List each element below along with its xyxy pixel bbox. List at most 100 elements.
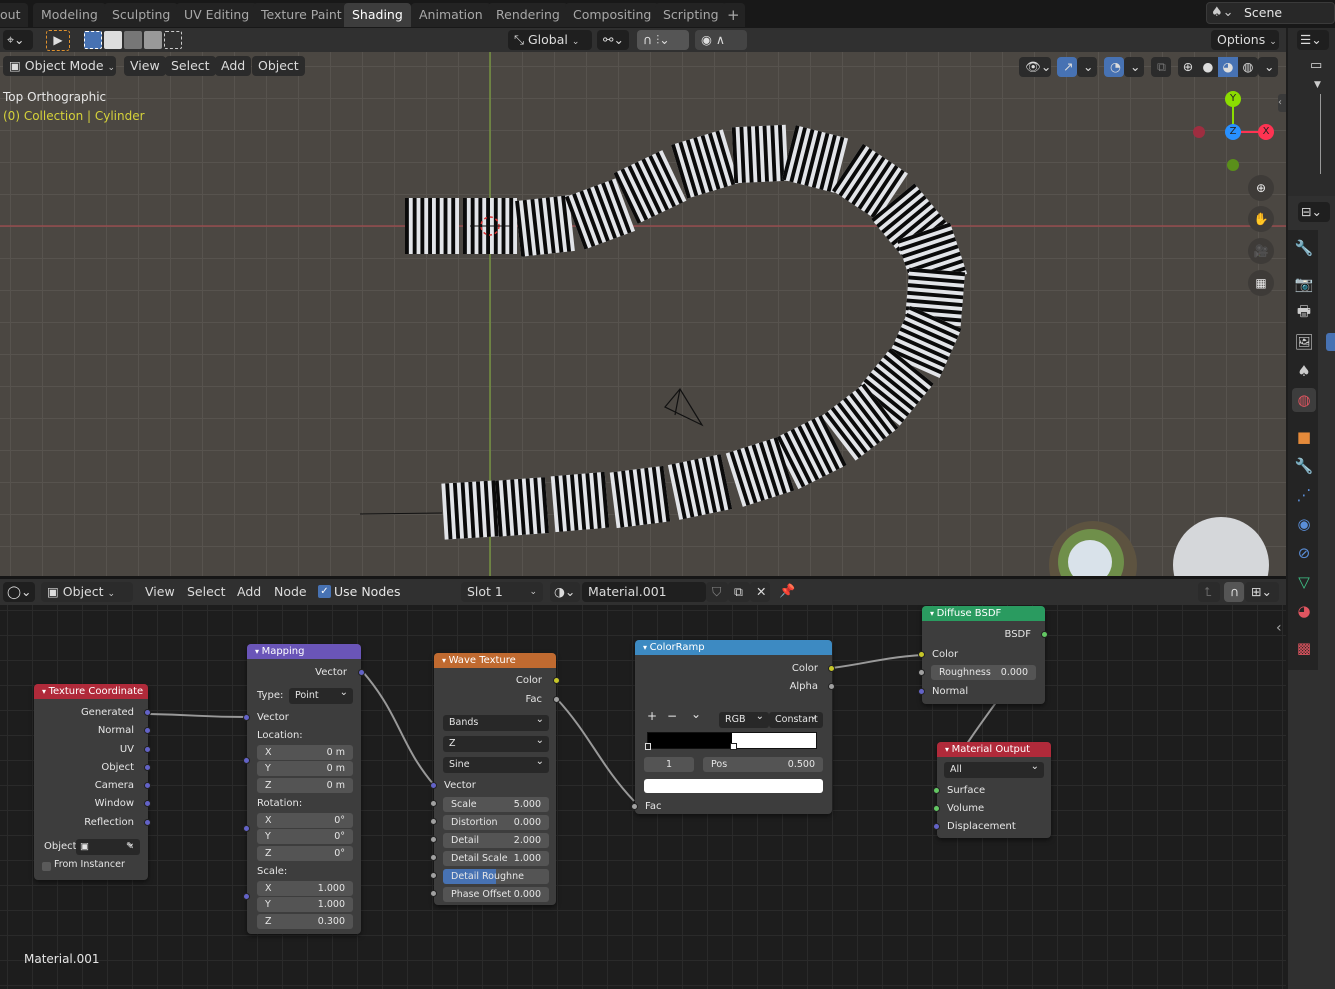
gizmo-y-axis[interactable]: Y — [1225, 91, 1241, 107]
menu-view[interactable]: View — [124, 56, 166, 76]
tab-scripting[interactable]: Scripting — [655, 3, 727, 27]
stop-index-field[interactable]: 1 — [644, 757, 694, 772]
tab-modeling[interactable]: Modeling — [33, 3, 106, 27]
add-workspace-button[interactable]: + — [722, 3, 745, 27]
tab-sculpting[interactable]: Sculpting — [104, 3, 179, 27]
select-extend-icon[interactable] — [104, 31, 122, 49]
socket-generated[interactable] — [144, 709, 151, 716]
solid-shading-icon[interactable]: ● — [1198, 57, 1218, 77]
location-x[interactable]: X0 m — [257, 745, 353, 760]
parent-node-tree-icon[interactable]: ⮤ — [1198, 582, 1220, 602]
menu-add[interactable]: Add — [215, 56, 252, 76]
socket-normal-in[interactable] — [918, 688, 925, 695]
node-snap-toggle[interactable]: ∩ — [1224, 582, 1244, 602]
color-mode-select[interactable]: RGB — [719, 709, 769, 728]
expand-arrow-icon[interactable]: ▼ — [1314, 80, 1321, 90]
ramp-stop-1[interactable] — [730, 743, 737, 750]
node-colorramp[interactable]: ColorRamp Color Alpha + − ⌄ RGB Constant… — [631, 640, 835, 814]
gizmo-toggle[interactable]: ↗ — [1057, 57, 1077, 77]
rendered-shading-icon[interactable]: ◍ — [1238, 57, 1258, 77]
pan-hand-icon[interactable]: ✋ — [1248, 206, 1274, 232]
socket-alpha-out[interactable] — [828, 683, 835, 690]
camera-view-icon[interactable]: 🎥 — [1248, 238, 1274, 264]
xray-toggle[interactable]: ⧉ — [1151, 57, 1171, 77]
node-sidebar-toggle-icon[interactable]: ‹ — [1276, 620, 1282, 636]
proportional-edit-toggle[interactable]: ◉ ∧ — [695, 30, 747, 50]
visibility-dropdown[interactable]: 👁⌄ — [1019, 57, 1051, 77]
socket-color-out[interactable] — [828, 665, 835, 672]
rotation-x[interactable]: X 0° — [257, 813, 353, 828]
tab-texture-paint[interactable]: Texture Paint — [253, 3, 350, 27]
socket-camera[interactable] — [144, 782, 151, 789]
node-diffuse-bsdf[interactable]: Diffuse BSDF BSDF Color Roughness0.000 N… — [918, 606, 1048, 704]
select-new-icon[interactable] — [84, 31, 102, 49]
node-editor-type-button[interactable]: ◯⌄ — [3, 582, 35, 602]
tool-tab-icon[interactable]: 🔧 — [1292, 236, 1316, 260]
add-stop-button[interactable]: + — [647, 709, 657, 723]
pin-icon[interactable]: 📌 — [779, 584, 795, 599]
zoom-icon[interactable]: ⊕ — [1248, 175, 1274, 201]
from-instancer-checkbox[interactable] — [42, 862, 51, 871]
node-menu-add[interactable]: Add — [231, 582, 267, 602]
select-intersect-icon[interactable] — [164, 31, 182, 49]
socket-scale[interactable] — [430, 800, 437, 807]
texture-tab-icon[interactable]: ▩ — [1292, 636, 1316, 660]
render-target-select[interactable]: All — [944, 759, 1044, 778]
3d-viewport[interactable]: Top Orthographic (0) Collection | Cylind… — [0, 52, 1286, 576]
interpolation-select[interactable]: Constant — [769, 709, 823, 728]
socket-detail-scale[interactable] — [430, 854, 437, 861]
menu-object[interactable]: Object — [252, 56, 305, 76]
socket-normal[interactable] — [144, 727, 151, 734]
output-tab-icon[interactable]: 🖶 — [1292, 301, 1316, 325]
particles-tab-icon[interactable]: ⋰ — [1292, 483, 1316, 507]
select-invert-icon[interactable] — [144, 31, 162, 49]
socket-distortion[interactable] — [430, 818, 437, 825]
properties-editor-type[interactable]: ⊟⌄ — [1298, 202, 1330, 222]
physics-tab-icon[interactable]: ◉ — [1292, 512, 1316, 536]
render-tab-icon[interactable]: 📷 — [1292, 272, 1316, 296]
eyedropper-icon[interactable]: ✎ — [126, 839, 134, 855]
socket-rotation[interactable] — [243, 825, 250, 832]
ramp-stop-0[interactable] — [645, 743, 651, 750]
gizmo-x-axis[interactable]: X — [1258, 124, 1274, 140]
socket-window[interactable] — [144, 800, 151, 807]
tab-shading[interactable]: Shading — [344, 3, 411, 27]
data-tab-icon[interactable]: ▽ — [1292, 570, 1316, 594]
detail-roughness-slider[interactable]: Detail Roughne0.500 — [443, 869, 549, 897]
world-tab-icon[interactable]: ◍ — [1292, 388, 1316, 412]
location-z[interactable]: Z0 m — [257, 778, 353, 793]
view-layer-tab-icon[interactable]: 🖼 — [1292, 330, 1316, 354]
socket-vector-out[interactable] — [358, 669, 365, 676]
snap-toggle[interactable]: ∩ ⫶⌄ — [637, 30, 689, 50]
location-y[interactable]: Y0 m — [257, 761, 353, 776]
scene-tab-icon[interactable]: ♠ — [1292, 359, 1316, 383]
socket-roughness[interactable] — [918, 669, 925, 676]
stop-position-field[interactable]: Pos 0.500 — [703, 757, 823, 772]
scale-x[interactable]: X 1.000 — [257, 881, 353, 896]
socket-vector-in[interactable] — [430, 782, 437, 789]
stop-color-swatch[interactable] — [644, 779, 823, 793]
options-dropdown[interactable]: Options ⌄ — [1211, 30, 1279, 50]
node-wave-texture[interactable]: Wave Texture Color Fac Bands Z Sine Vect… — [430, 653, 560, 905]
gizmo-z-axis[interactable]: Z — [1225, 124, 1241, 140]
use-nodes-checkbox[interactable]: ✓ — [318, 585, 331, 598]
tab-rendering[interactable]: Rendering — [488, 3, 568, 27]
object-tab-icon[interactable]: ■ — [1292, 425, 1316, 449]
outliner-display-mode[interactable]: ☰⌄ — [1297, 30, 1329, 50]
node-menu-node[interactable]: Node — [268, 582, 313, 602]
menu-select[interactable]: Select — [165, 56, 216, 76]
select-subtract-icon[interactable] — [124, 31, 142, 49]
socket-uv[interactable] — [144, 746, 151, 753]
material-preview-shading-icon[interactable]: ◕ — [1218, 57, 1238, 77]
sidebar-toggle-icon[interactable]: ‹ — [1278, 94, 1286, 112]
scale-y[interactable]: Y 1.000 — [257, 897, 353, 912]
modifier-tab-icon[interactable]: 🔧 — [1292, 454, 1316, 478]
unlink-material-icon[interactable]: ✕ — [750, 582, 770, 602]
socket-volume[interactable] — [933, 805, 940, 812]
socket-color-in[interactable] — [918, 651, 925, 658]
wireframe-shading-icon[interactable]: ⊕ — [1178, 57, 1198, 77]
tab-compositing[interactable]: Compositing — [565, 3, 660, 27]
ortho-grid-icon[interactable]: ▦ — [1248, 270, 1274, 296]
scale-z[interactable]: Z 0.300 — [257, 914, 353, 929]
socket-bsdf-out[interactable] — [1041, 631, 1048, 638]
